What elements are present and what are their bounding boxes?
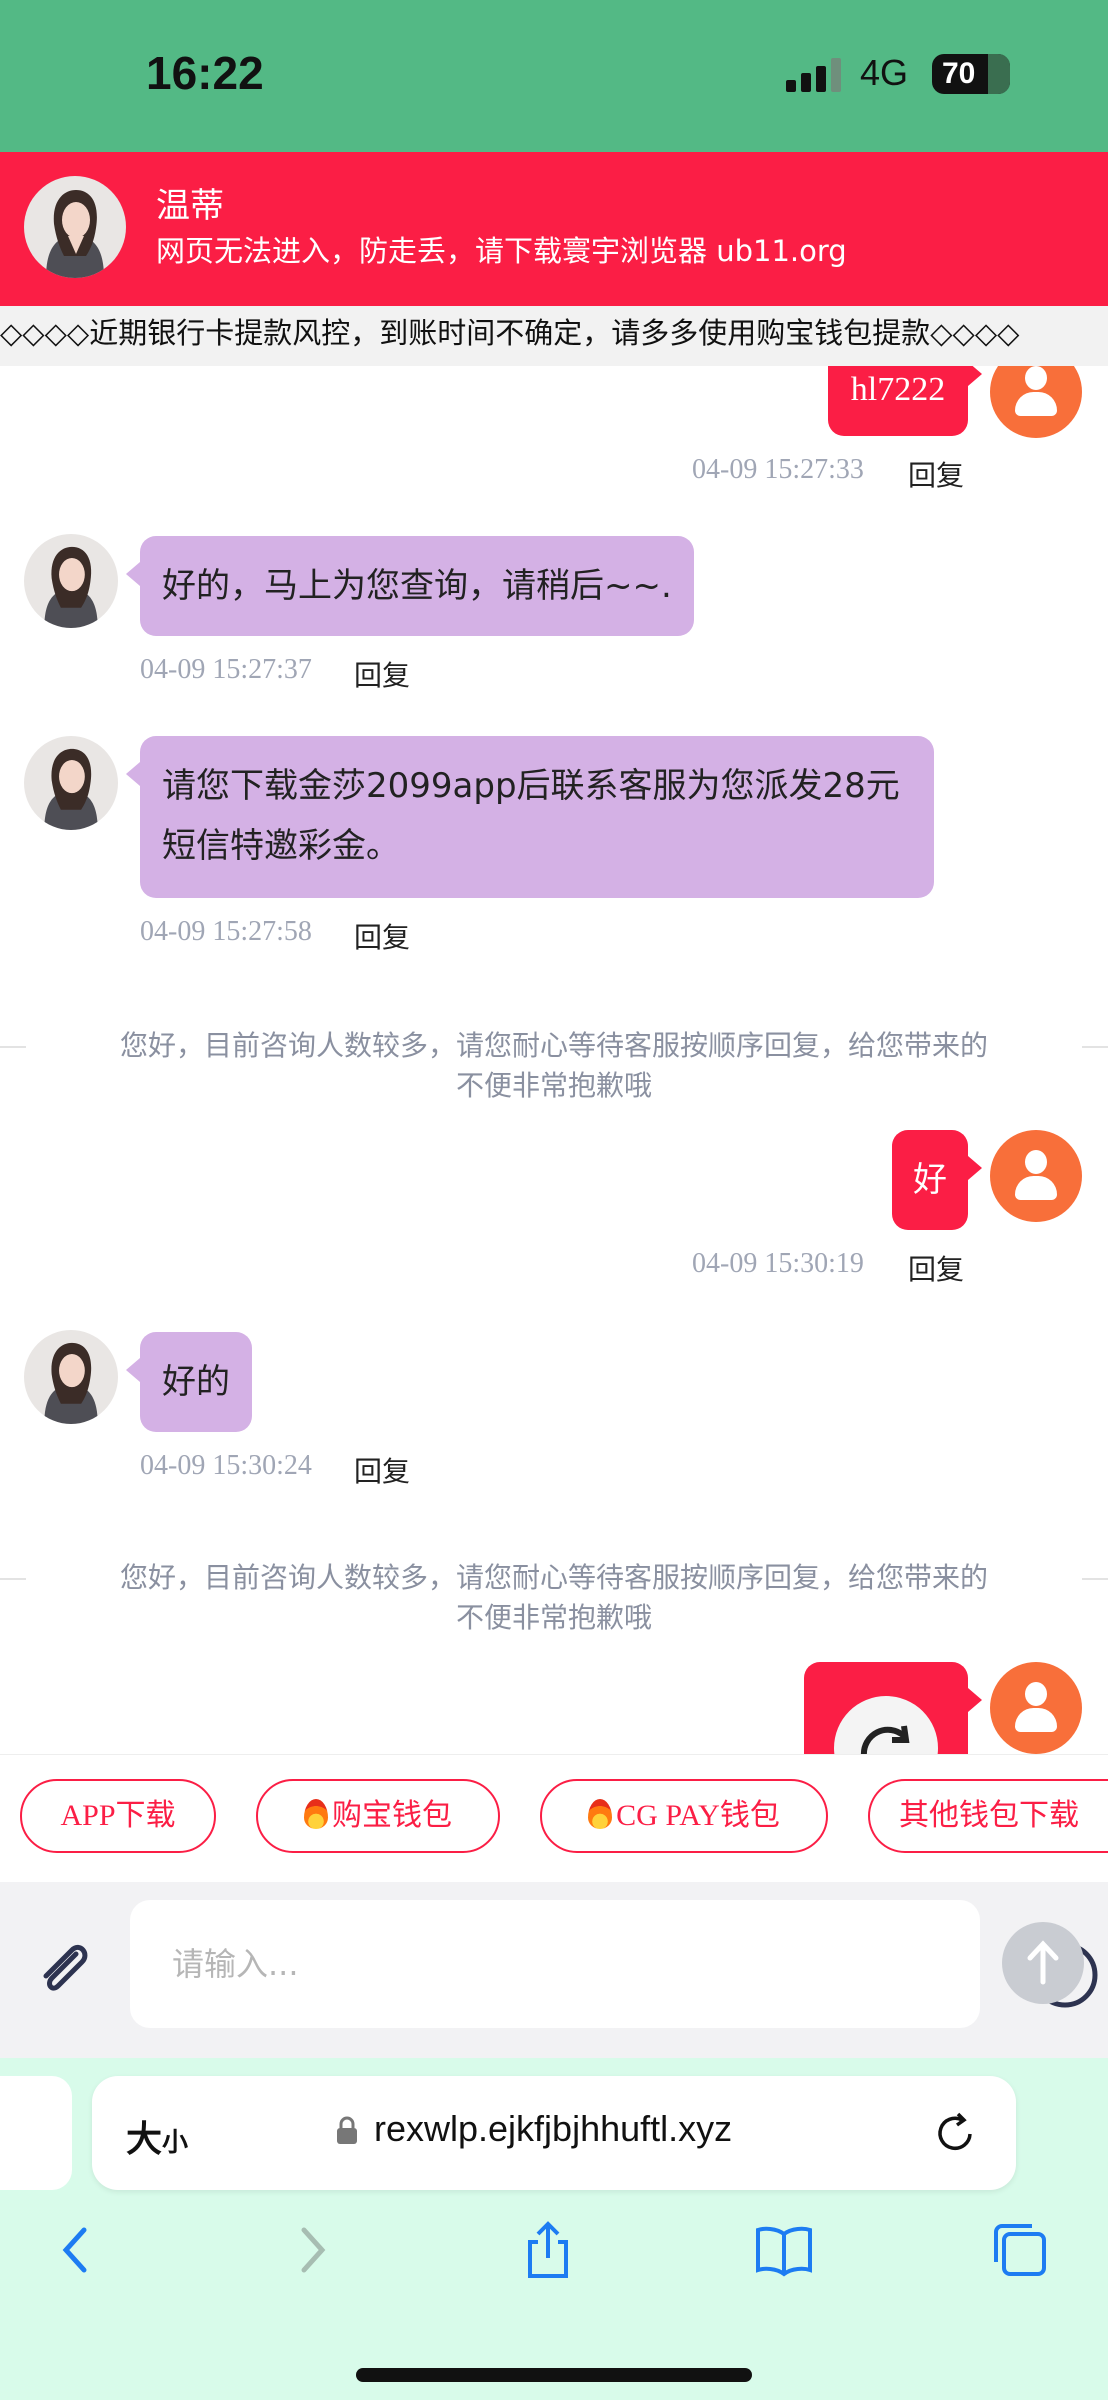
cgpay-wallet-button[interactable]: CG PAY钱包 — [540, 1779, 828, 1853]
button-label: CG PAY钱包 — [616, 1799, 780, 1832]
message-input-container — [130, 1900, 1098, 2028]
tabs-icon[interactable] — [988, 2218, 1052, 2282]
message-text: hl7222 — [850, 371, 946, 408]
agent-avatar — [24, 534, 118, 628]
message-input-bar — [0, 1882, 1108, 2058]
reload-icon[interactable] — [932, 2110, 978, 2156]
message-text: 好 — [913, 1160, 947, 1200]
send-button[interactable] — [1002, 1922, 1084, 2004]
message-time: 04-09 15:30:24 — [140, 1450, 312, 1481]
chat-area[interactable]: hl7222 04-09 15:27:33 回复 好的，马上为您查询，请稍后~~… — [0, 366, 1108, 1754]
url-text: rexwlp.ejkfjbjhhuftl.xyz — [374, 2108, 733, 2149]
system-notice-line: 不便非常抱歉哦 — [455, 1069, 652, 1102]
reply-link[interactable]: 回复 — [354, 654, 410, 694]
user-message: hl7222 — [828, 366, 982, 436]
arrow-up-icon — [1027, 1940, 1059, 1985]
message-time: 04-09 15:27:58 — [140, 916, 312, 947]
header-notice: 网页无法进入，防走丢，请下载寰宇浏览器 ub11.org — [156, 234, 847, 268]
book-icon[interactable] — [752, 2218, 816, 2282]
agent-name: 温蒂 — [156, 186, 224, 226]
agent-message: 好的 — [126, 1332, 252, 1432]
user-avatar — [990, 1130, 1082, 1222]
network-type: 4G — [860, 52, 909, 93]
agent-avatar — [24, 176, 126, 278]
message-time: 04-09 15:30:19 — [692, 1248, 864, 1279]
message-time: 04-09 15:27:37 — [140, 654, 312, 685]
chat-header: 温蒂 网页无法进入，防走丢，请下载寰宇浏览器 ub11.org — [0, 152, 1108, 306]
message-line: 短信特邀彩金。 — [162, 826, 400, 866]
system-notice: 您好，目前咨询人数较多，请您耐心等待客服按顺序回复，给您带来的 不便非常抱歉哦 — [0, 1026, 1108, 1106]
agent-message: 请您下载金莎2099app后联系客服为您派发28元 短信特邀彩金。 — [126, 736, 934, 898]
user-image-message[interactable] — [804, 1662, 982, 1754]
reply-link[interactable]: 回复 — [908, 1248, 964, 1288]
image-thumbnail — [834, 1696, 938, 1754]
status-time: 16:22 — [146, 47, 264, 99]
button-label: 其他钱包下载 — [899, 1799, 1079, 1832]
status-bar: 16:22 4G 70 — [0, 0, 1108, 152]
battery-icon: 70 — [932, 54, 1010, 94]
agent-message: 好的，马上为您查询，请稍后~~. — [126, 536, 694, 636]
system-notice: 您好，目前咨询人数较多，请您耐心等待客服按顺序回复，给您带来的 不便非常抱歉哦 — [0, 1558, 1108, 1638]
text-size-big: 大 — [126, 2118, 163, 2159]
previous-tab-peek[interactable] — [0, 2076, 72, 2190]
reply-link[interactable]: 回复 — [354, 1450, 410, 1490]
user-avatar — [990, 366, 1082, 438]
other-wallet-download-button[interactable]: 其他钱包下载 — [868, 1779, 1108, 1853]
message-text: 好的 — [162, 1362, 230, 1402]
browser-toolbar: 大小 rexwlp.ejkfjbjhhuftl.xyz — [0, 2058, 1108, 2400]
text-size-small: 小 — [162, 2127, 189, 2157]
reply-link[interactable]: 回复 — [354, 916, 410, 956]
system-notice-line: 不便非常抱歉哦 — [455, 1601, 652, 1634]
paperclip-icon[interactable] — [30, 1932, 98, 2000]
system-notice-line: 您好，目前咨询人数较多，请您耐心等待客服按顺序回复，给您带来的 — [119, 1029, 988, 1062]
battery-level: 70 — [942, 57, 976, 90]
message-time: 04-09 15:27:33 — [692, 454, 864, 485]
chevron-right-icon[interactable] — [280, 2218, 344, 2282]
signal-icon — [786, 58, 842, 92]
agent-avatar — [24, 736, 118, 830]
user-avatar — [990, 1662, 1082, 1754]
fire-icon — [588, 1799, 613, 1829]
app-download-button[interactable]: APP下载 — [20, 1779, 216, 1853]
lock-icon — [336, 2116, 358, 2144]
button-label: 购宝钱包 — [332, 1799, 452, 1832]
goubao-wallet-button[interactable]: 购宝钱包 — [256, 1779, 500, 1853]
text-size-button[interactable]: 大小 — [126, 2110, 188, 2162]
fire-icon — [304, 1799, 328, 1829]
home-indicator[interactable] — [356, 2368, 752, 2382]
quick-actions-bar: APP下载 购宝钱包 CG PAY钱包 其他钱包下载 — [0, 1754, 1108, 1882]
agent-avatar — [24, 1330, 118, 1424]
message-input[interactable] — [172, 1934, 872, 1994]
message-line: 请您下载金莎2099app后联系客服为您派发28元 — [162, 766, 900, 806]
chevron-left-icon[interactable] — [44, 2218, 108, 2282]
reply-link[interactable]: 回复 — [908, 454, 964, 494]
button-label: APP下载 — [60, 1799, 176, 1832]
announcement-marquee: ◇◇◇◇近期银行卡提款风控，到账时间不确定，请多多使用购宝钱包提款◇◇◇◇ — [0, 306, 1108, 366]
message-text: 好的，马上为您查询，请稍后~~. — [162, 566, 672, 606]
address-bar[interactable]: 大小 rexwlp.ejkfjbjhhuftl.xyz — [92, 2076, 1016, 2190]
user-message: 好 — [892, 1130, 982, 1230]
system-notice-line: 您好，目前咨询人数较多，请您耐心等待客服按顺序回复，给您带来的 — [119, 1561, 988, 1594]
share-icon[interactable] — [516, 2218, 580, 2282]
